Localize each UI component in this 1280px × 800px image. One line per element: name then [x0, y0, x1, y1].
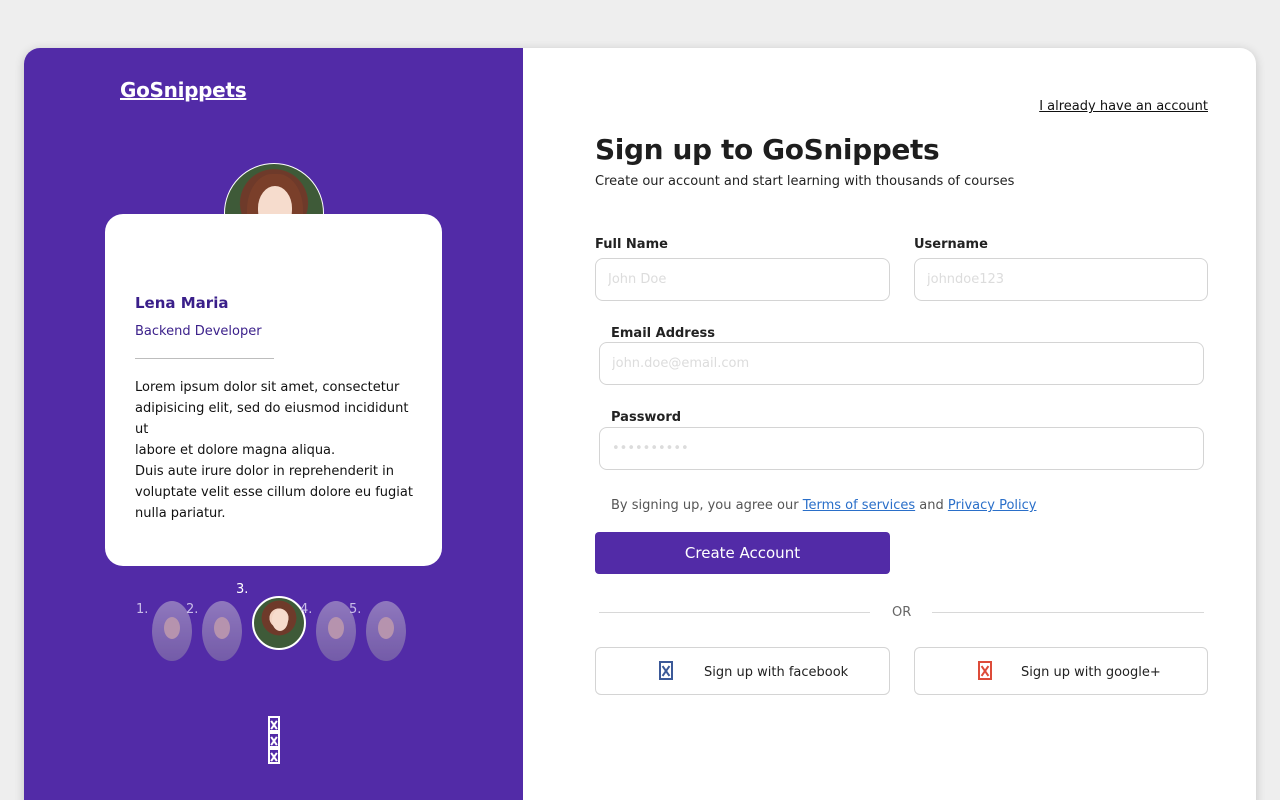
brand-logo-link[interactable]: GoSnippets — [120, 78, 247, 102]
login-link[interactable]: I already have an account — [1039, 99, 1208, 114]
email-input[interactable] — [599, 342, 1204, 385]
terms-and: and — [915, 498, 948, 513]
divider — [932, 612, 1204, 613]
broken-image-icon[interactable] — [268, 716, 280, 732]
facebook-icon — [659, 661, 673, 680]
broken-image-icon[interactable] — [268, 748, 280, 764]
facebook-button-label: Sign up with facebook — [704, 665, 849, 680]
testimonial-name: Lena Maria — [135, 294, 229, 312]
broken-image-icon[interactable] — [268, 732, 280, 748]
pager-number-3: 3. — [236, 582, 249, 597]
page-title: Sign up to GoSnippets — [595, 133, 940, 166]
testimonial-pager: 1. 2. 3. 4. 5. — [136, 580, 426, 661]
or-separator: OR — [892, 605, 912, 620]
terms-link[interactable]: Terms of services — [803, 498, 915, 513]
full-name-input[interactable] — [595, 258, 890, 301]
full-name-label: Full Name — [595, 237, 668, 252]
pager-thumb-5[interactable] — [366, 601, 406, 661]
google-button-label: Sign up with google+ — [1021, 665, 1161, 680]
divider — [135, 358, 274, 359]
pager-number-4: 4. — [300, 602, 313, 617]
pager-thumb-2[interactable] — [202, 601, 242, 661]
password-input[interactable] — [599, 427, 1204, 470]
terms-text: By signing up, you agree our Terms of se… — [611, 498, 1036, 513]
pager-controls — [268, 716, 280, 764]
testimonial-role: Backend Developer — [135, 324, 262, 339]
divider — [599, 612, 870, 613]
page-subtitle: Create our account and start learning wi… — [595, 174, 1015, 189]
pager-number-2: 2. — [186, 602, 199, 617]
testimonial-text: Lorem ipsum dolor sit amet, consectetur … — [135, 380, 413, 521]
password-label: Password — [611, 410, 682, 425]
google-signup-button[interactable]: Sign up with google+ — [914, 647, 1208, 695]
testimonial-card: Lena Maria Backend Developer Lorem ipsum… — [105, 214, 442, 566]
email-label: Email Address — [611, 326, 716, 341]
privacy-link[interactable]: Privacy Policy — [948, 498, 1037, 513]
pager-number-5: 5. — [349, 602, 362, 617]
username-input[interactable] — [914, 258, 1208, 301]
create-account-button[interactable]: Create Account — [595, 532, 890, 574]
terms-prefix: By signing up, you agree our — [611, 498, 803, 513]
pager-thumb-3-active[interactable] — [252, 596, 306, 650]
username-label: Username — [914, 237, 988, 252]
signup-form-panel: I already have an account Sign up to GoS… — [523, 48, 1256, 800]
google-icon — [978, 661, 992, 680]
testimonial-panel: GoSnippets Lena Maria Backend Developer … — [24, 48, 523, 800]
signup-window: GoSnippets Lena Maria Backend Developer … — [24, 48, 1256, 800]
pager-number-1: 1. — [136, 602, 149, 617]
facebook-signup-button[interactable]: Sign up with facebook — [595, 647, 890, 695]
